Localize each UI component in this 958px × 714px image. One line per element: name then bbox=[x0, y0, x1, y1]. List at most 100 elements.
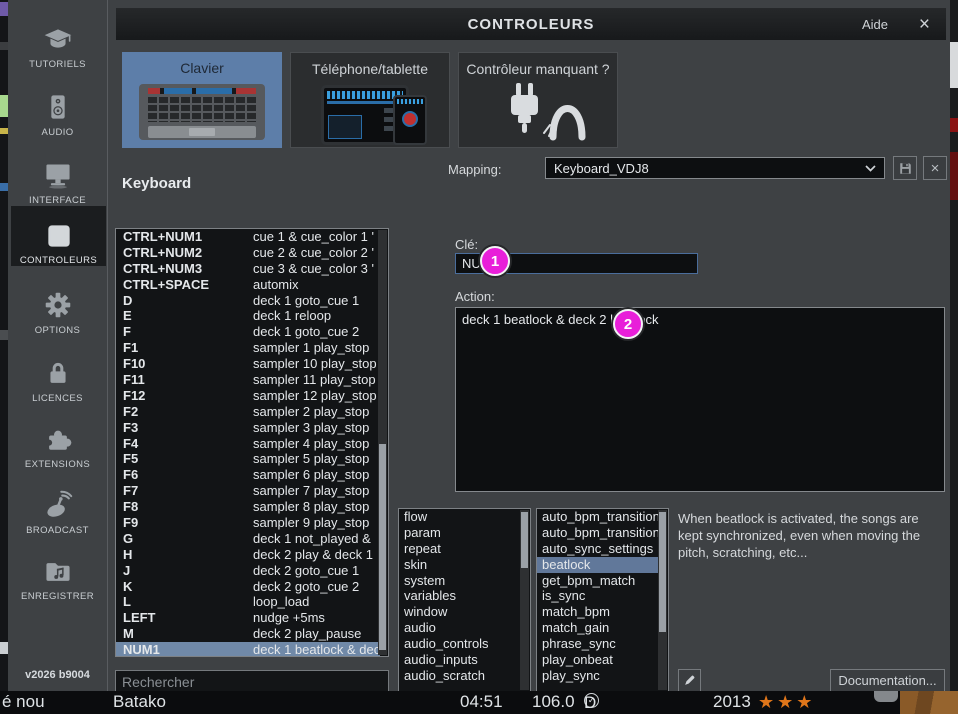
category-item[interactable]: audio bbox=[399, 620, 520, 636]
sidebar-item-broadcast[interactable]: BROADCAST bbox=[8, 476, 107, 536]
tab-controleur-manquant[interactable]: Contrôleur manquant ? bbox=[458, 52, 618, 148]
action-item[interactable]: get_bpm_match bbox=[537, 573, 658, 589]
category-item[interactable]: skin bbox=[399, 557, 520, 573]
scrollbar-thumb[interactable] bbox=[659, 512, 666, 632]
shortcut-row[interactable]: E deck 1 reloop bbox=[116, 308, 380, 324]
sidebar-item-label: AUDIO bbox=[41, 127, 73, 138]
action-item[interactable]: is_sync bbox=[537, 588, 658, 604]
callout-badge-2: 2 bbox=[613, 309, 643, 339]
sidebar-item-label: EXTENSIONS bbox=[25, 459, 90, 470]
category-item[interactable]: audio_scratch bbox=[399, 668, 520, 684]
shortcut-action: loop_load bbox=[253, 594, 380, 610]
dialog-titlebar: CONTROLEURS Aide × bbox=[116, 8, 946, 40]
shortcut-row[interactable]: F6 sampler 6 play_stop bbox=[116, 467, 380, 483]
action-category-list[interactable]: flow param repeat skin system variables … bbox=[398, 508, 531, 691]
sidebar-item-tutoriels[interactable]: TUTORIELS bbox=[8, 10, 107, 70]
background-fragment bbox=[0, 42, 8, 50]
action-item[interactable]: phrase_sync bbox=[537, 636, 658, 652]
shortcut-row[interactable]: CTRL+NUM3 cue 3 & cue_color 3 ' bbox=[116, 261, 380, 277]
action-item[interactable]: play_sync bbox=[537, 668, 658, 684]
delete-icon: × bbox=[931, 160, 940, 177]
tab-clavier[interactable]: Clavier bbox=[122, 52, 282, 148]
action-item[interactable]: beatlock bbox=[537, 557, 658, 573]
dialog-title: CONTROLEURS bbox=[116, 16, 946, 33]
action-field[interactable]: deck 1 beatlock & deck 2 beatlock bbox=[455, 307, 945, 492]
category-item[interactable]: repeat bbox=[399, 541, 520, 557]
edit-action-button[interactable] bbox=[678, 669, 701, 691]
shortcut-action: sampler 2 play_stop bbox=[253, 404, 380, 420]
sidebar-item-interface[interactable]: INTERFACE bbox=[8, 146, 107, 206]
sidebar-item-licences[interactable]: LICENCES bbox=[8, 344, 107, 404]
shortcut-row[interactable]: J deck 2 goto_cue 1 bbox=[116, 563, 380, 579]
shortcut-row[interactable]: L loop_load bbox=[116, 594, 380, 610]
mapping-select[interactable]: Keyboard_VDJ8 bbox=[545, 157, 885, 179]
category-item[interactable]: window bbox=[399, 604, 520, 620]
shortcut-row[interactable]: F7 sampler 7 play_stop bbox=[116, 483, 380, 499]
shortcut-row[interactable]: D deck 1 goto_cue 1 bbox=[116, 293, 380, 309]
action-item[interactable]: play_onbeat bbox=[537, 652, 658, 668]
shortcut-row[interactable]: F11 sampler 11 play_stop bbox=[116, 372, 380, 388]
close-icon[interactable]: × bbox=[919, 15, 930, 34]
documentation-button[interactable]: Documentation... bbox=[830, 669, 945, 691]
category-item[interactable]: audio_controls bbox=[399, 636, 520, 652]
shortcut-list[interactable]: CTRL+NUM1 cue 1 & cue_color 1 ' CTRL+NUM… bbox=[115, 228, 389, 657]
shortcut-row[interactable]: CTRL+SPACE automix bbox=[116, 277, 380, 293]
padlock-icon bbox=[42, 358, 74, 390]
category-list-scrollbar[interactable] bbox=[520, 510, 529, 690]
save-mapping-button[interactable] bbox=[893, 156, 917, 180]
shortcut-row[interactable]: F9 sampler 9 play_stop bbox=[116, 515, 380, 531]
laptop-keyboard-image bbox=[139, 84, 265, 140]
sidebar-item-enregistrer[interactable]: ENREGISTRER bbox=[8, 542, 107, 602]
shortcut-row[interactable]: LEFT nudge +5ms bbox=[116, 610, 380, 626]
category-item[interactable]: system bbox=[399, 573, 520, 589]
action-list-scrollbar[interactable] bbox=[658, 510, 667, 690]
action-item[interactable]: auto_sync_settings bbox=[537, 541, 658, 557]
action-name-list[interactable]: auto_bpm_transition auto_bpm_transition … bbox=[536, 508, 669, 691]
shortcut-row[interactable]: F10 sampler 10 play_stop bbox=[116, 356, 380, 372]
action-item[interactable]: auto_bpm_transition bbox=[537, 525, 658, 541]
action-item[interactable]: match_gain bbox=[537, 620, 658, 636]
sidebar-item-audio[interactable]: AUDIO bbox=[8, 78, 107, 138]
shortcut-row[interactable]: G deck 1 not_played & bbox=[116, 531, 380, 547]
background-fragment bbox=[0, 330, 8, 340]
sidebar-item-controleurs[interactable]: CONTROLEURS bbox=[11, 206, 106, 266]
category-item[interactable]: variables bbox=[399, 588, 520, 604]
help-button[interactable]: Aide bbox=[862, 17, 888, 32]
shortcut-list-scrollbar[interactable] bbox=[378, 230, 387, 655]
graduation-cap-icon bbox=[41, 24, 75, 56]
monitor-icon bbox=[41, 160, 75, 192]
shortcut-key: F11 bbox=[116, 372, 253, 388]
shortcut-row[interactable]: F8 sampler 8 play_stop bbox=[116, 499, 380, 515]
shortcut-row[interactable]: F2 sampler 2 play_stop bbox=[116, 404, 380, 420]
shortcut-row[interactable]: F12 sampler 12 play_stop bbox=[116, 388, 380, 404]
shortcut-row[interactable]: CTRL+NUM1 cue 1 & cue_color 1 ' bbox=[116, 229, 380, 245]
shortcut-row[interactable]: F3 sampler 3 play_stop bbox=[116, 420, 380, 436]
shortcut-row[interactable]: F5 sampler 5 play_stop bbox=[116, 451, 380, 467]
action-item[interactable]: match_bpm bbox=[537, 604, 658, 620]
delete-mapping-button[interactable]: × bbox=[923, 156, 947, 180]
shortcut-row[interactable]: NUM1 deck 1 beatlock & deck 2 beatlock bbox=[116, 642, 380, 657]
category-item[interactable]: param bbox=[399, 525, 520, 541]
shortcut-action: cue 2 & cue_color 2 ' bbox=[253, 245, 380, 261]
sidebar-item-extensions[interactable]: EXTENSIONS bbox=[8, 410, 107, 470]
scrollbar-thumb[interactable] bbox=[521, 512, 528, 568]
shortcut-row[interactable]: H deck 2 play & deck 1 bbox=[116, 547, 380, 563]
shortcut-row[interactable]: CTRL+NUM2 cue 2 & cue_color 2 ' bbox=[116, 245, 380, 261]
shortcut-row[interactable]: M deck 2 play_pause bbox=[116, 626, 380, 642]
sidebar-item-label: BROADCAST bbox=[26, 525, 89, 536]
shortcut-row[interactable]: F4 sampler 4 play_stop bbox=[116, 436, 380, 452]
key-field-label: Clé: bbox=[455, 237, 478, 252]
sidebar-item-options[interactable]: OPTIONS bbox=[8, 276, 107, 336]
scrollbar-thumb[interactable] bbox=[379, 444, 386, 650]
shortcut-row[interactable]: K deck 2 goto_cue 2 bbox=[116, 579, 380, 595]
tab-telephone-tablette[interactable]: Téléphone/tablette bbox=[290, 52, 450, 148]
shortcut-action: deck 2 goto_cue 1 bbox=[253, 563, 380, 579]
shortcut-row[interactable]: F deck 1 goto_cue 2 bbox=[116, 324, 380, 340]
action-item[interactable]: auto_bpm_transition bbox=[537, 509, 658, 525]
shortcut-action: sampler 7 play_stop bbox=[253, 483, 380, 499]
shortcut-key: G bbox=[116, 531, 253, 547]
category-item[interactable]: flow bbox=[399, 509, 520, 525]
category-item[interactable]: audio_inputs bbox=[399, 652, 520, 668]
search-input[interactable] bbox=[115, 670, 389, 691]
shortcut-row[interactable]: F1 sampler 1 play_stop bbox=[116, 340, 380, 356]
